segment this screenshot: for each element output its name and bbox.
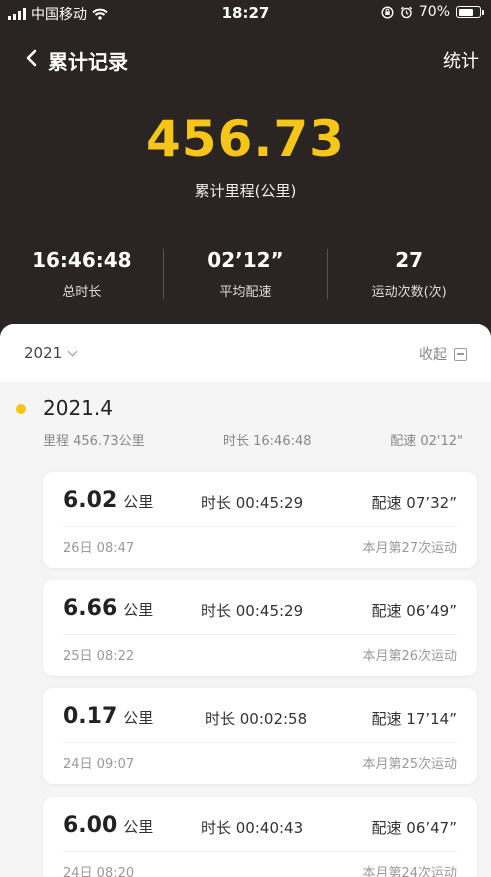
metric-value: 02’12” bbox=[207, 248, 284, 272]
chevron-down-icon bbox=[67, 346, 78, 357]
record-distance-value: 6.02 bbox=[63, 488, 118, 513]
battery-icon bbox=[456, 6, 484, 18]
record-card[interactable]: 6.00 公里 时长 00:40:43 配速 06’47” 24日 08:20 … bbox=[43, 797, 477, 877]
year-label: 2021 bbox=[24, 344, 63, 362]
year-header: 2021 收起 bbox=[0, 324, 491, 382]
summary-header: 中国移动 18:27 70% 累计记录 统计 456.73 累计里程(公里) 1… bbox=[0, 0, 491, 345]
metric-total-duration: 16:46:48 总时长 bbox=[0, 245, 164, 301]
record-pace: 配速 17’14” bbox=[371, 710, 457, 728]
record-distance-unit: 公里 bbox=[123, 601, 154, 619]
record-rank: 本月第27次运动 bbox=[362, 541, 457, 556]
record-pace: 配速 06’49” bbox=[371, 602, 457, 620]
record-card[interactable]: 6.02 公里 时长 00:45:29 配速 07’32” 26日 08:47 … bbox=[43, 472, 477, 568]
metric-label: 平均配速 bbox=[219, 285, 272, 300]
nav-bar: 累计记录 统计 bbox=[0, 40, 491, 76]
record-distance-unit: 公里 bbox=[123, 493, 154, 511]
card-divider bbox=[63, 742, 457, 743]
record-date: 26日 08:47 bbox=[63, 541, 135, 556]
month-title: 2021.4 bbox=[43, 396, 113, 420]
metric-divider bbox=[163, 249, 164, 299]
battery-percent: 70% bbox=[418, 4, 450, 20]
alarm-icon bbox=[400, 6, 413, 18]
metric-value: 27 bbox=[395, 248, 424, 272]
collapse-button[interactable]: 收起 bbox=[419, 344, 467, 364]
record-distance: 6.02 公里 bbox=[63, 488, 153, 513]
card-divider bbox=[63, 526, 457, 527]
record-distance-value: 0.17 bbox=[63, 704, 118, 729]
page-title: 累计记录 bbox=[48, 50, 128, 74]
metric-label: 总时长 bbox=[62, 285, 102, 300]
month-duration: 时长 16:46:48 bbox=[223, 434, 312, 449]
year-selector[interactable]: 2021 bbox=[24, 344, 78, 362]
record-duration: 时长 00:45:29 bbox=[201, 494, 304, 512]
record-distance: 6.00 公里 bbox=[63, 813, 153, 838]
record-date: 25日 08:22 bbox=[63, 649, 135, 664]
total-distance-label: 累计里程(公里) bbox=[194, 182, 297, 200]
record-date: 24日 08:20 bbox=[63, 866, 135, 877]
collapse-label: 收起 bbox=[419, 347, 447, 363]
month-group-header[interactable]: 2021.4 里程 456.73公里 时长 16:46:48 配速 02'12" bbox=[0, 382, 491, 452]
metric-divider bbox=[327, 249, 328, 299]
record-rank: 本月第26次运动 bbox=[362, 649, 457, 664]
orientation-lock-icon bbox=[381, 5, 394, 19]
metric-average-pace: 02’12” 平均配速 bbox=[164, 245, 328, 301]
record-duration: 时长 00:02:58 bbox=[205, 710, 308, 728]
card-divider bbox=[63, 634, 457, 635]
month-pace: 配速 02'12" bbox=[390, 434, 463, 449]
record-pace: 配速 06’47” bbox=[371, 819, 457, 837]
record-distance-value: 6.66 bbox=[63, 596, 118, 621]
record-rank: 本月第24次运动 bbox=[362, 866, 457, 877]
record-distance-unit: 公里 bbox=[123, 818, 154, 836]
timeline-dot-icon bbox=[16, 404, 26, 414]
summary-metrics: 16:46:48 总时长 02’12” 平均配速 27 运动次数(次) bbox=[0, 245, 491, 301]
record-rank: 本月第25次运动 bbox=[362, 757, 457, 772]
status-bar: 中国移动 18:27 70% bbox=[0, 0, 491, 26]
metric-label: 运动次数(次) bbox=[371, 285, 447, 300]
statistics-button[interactable]: 统计 bbox=[443, 47, 479, 73]
record-distance: 0.17 公里 bbox=[63, 704, 153, 729]
record-distance-value: 6.00 bbox=[63, 813, 118, 838]
collapse-icon bbox=[454, 347, 467, 361]
records-sheet: 2021 收起 2021.4 里程 456.73公里 时长 16:46:48 配… bbox=[0, 324, 491, 877]
record-card[interactable]: 6.66 公里 时长 00:45:29 配速 06’49” 25日 08:22 … bbox=[43, 580, 477, 676]
record-duration: 时长 00:45:29 bbox=[201, 602, 304, 620]
record-distance: 6.66 公里 bbox=[63, 596, 153, 621]
metric-workout-count: 27 运动次数(次) bbox=[327, 245, 491, 301]
card-divider bbox=[63, 851, 457, 852]
month-distance: 里程 456.73公里 bbox=[43, 434, 145, 449]
record-duration: 时长 00:40:43 bbox=[201, 819, 304, 837]
record-pace: 配速 07’32” bbox=[371, 494, 457, 512]
total-distance-value: 456.73 bbox=[146, 110, 345, 168]
record-card[interactable]: 0.17 公里 时长 00:02:58 配速 17’14” 24日 09:07 … bbox=[43, 688, 477, 784]
metric-value: 16:46:48 bbox=[32, 248, 132, 272]
record-distance-unit: 公里 bbox=[123, 709, 154, 727]
chevron-left-icon[interactable] bbox=[22, 46, 42, 70]
record-date: 24日 09:07 bbox=[63, 757, 135, 772]
